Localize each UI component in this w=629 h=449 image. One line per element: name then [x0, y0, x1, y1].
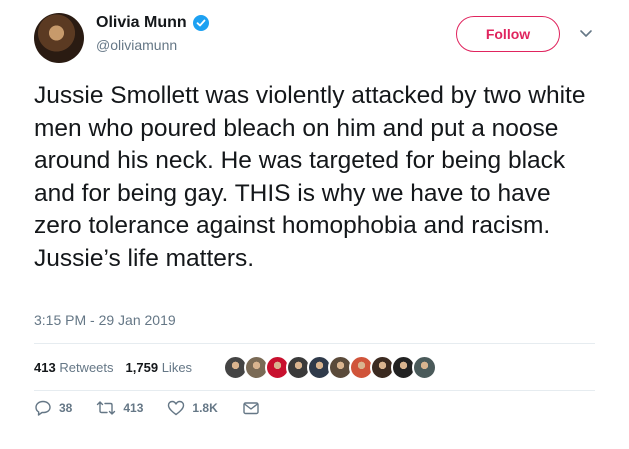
author-avatar[interactable] [34, 13, 84, 63]
author-name[interactable]: Olivia Munn [96, 13, 187, 33]
verified-badge-icon [192, 15, 209, 31]
retweets-count: 413 [34, 359, 56, 375]
like-count: 1.8K [192, 401, 218, 415]
divider [34, 390, 595, 391]
retweet-count: 413 [123, 401, 144, 415]
tweet-timestamp[interactable]: 3:15 PM - 29 Jan 2019 [34, 312, 176, 328]
liker-avatar[interactable] [412, 355, 437, 380]
like-button[interactable]: 1.8K [167, 398, 218, 418]
retweet-button[interactable]: 413 [96, 398, 143, 418]
liker-avatars [223, 355, 437, 380]
reply-count: 38 [59, 401, 73, 415]
follow-button[interactable]: Follow [456, 16, 560, 52]
likes-label: Likes [161, 359, 193, 375]
reply-icon [35, 400, 51, 416]
tweet-actions: 38 413 1.8K [34, 398, 284, 418]
likes-count: 1,759 [125, 359, 159, 375]
likes-stat[interactable]: 1,759 Likes [126, 360, 193, 375]
retweets-stat[interactable]: 413 Retweets [34, 360, 114, 375]
chevron-down-icon[interactable] [578, 25, 594, 41]
envelope-icon [243, 402, 259, 415]
author-handle[interactable]: @oliviamunn [96, 37, 177, 53]
direct-message-button[interactable] [242, 398, 260, 418]
tweet-text: Jussie Smollett was violently attacked b… [34, 82, 586, 272]
author-name-row[interactable]: Olivia Munn [96, 13, 209, 33]
reply-button[interactable]: 38 [34, 398, 72, 418]
heart-icon [168, 400, 185, 416]
divider [34, 343, 595, 344]
retweet-icon [97, 401, 116, 415]
engagement-stats: 413 Retweets 1,759 Likes [34, 355, 204, 379]
retweets-label: Retweets [59, 359, 114, 375]
